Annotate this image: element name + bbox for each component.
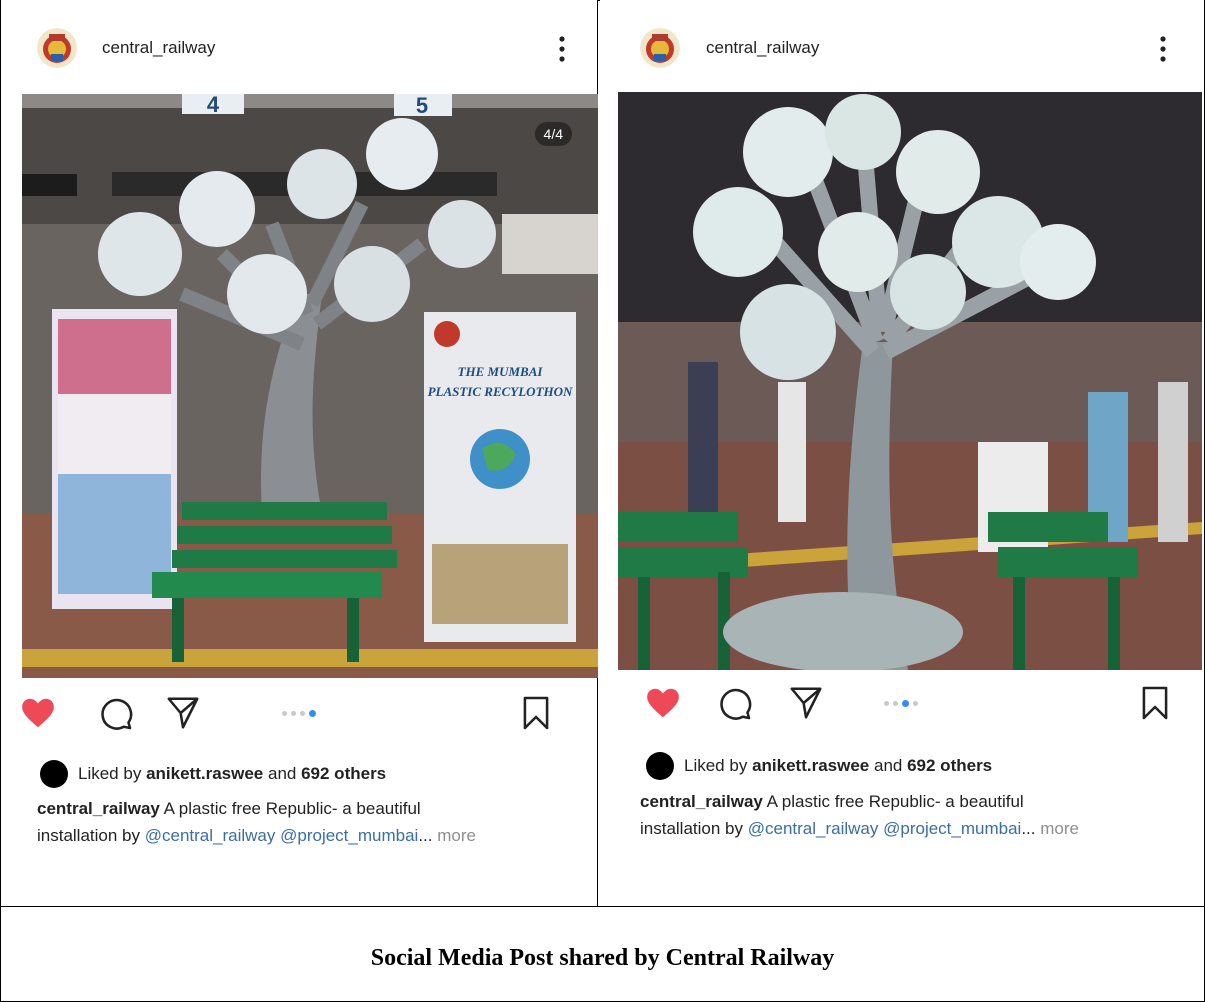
more-vertical-icon[interactable] <box>1158 34 1168 64</box>
likes-text[interactable]: Liked by anikett.raswee and 692 others <box>78 764 386 784</box>
caption-username[interactable]: central_railway <box>640 792 763 811</box>
likes-joiner: and <box>873 756 903 775</box>
liker-username[interactable]: anikett.raswee <box>752 756 869 775</box>
caption-text-line-2: installation by <box>640 819 744 838</box>
central-railway-logo-avatar[interactable] <box>37 28 77 68</box>
caption-text-line-1: A plastic free Republic- a beautiful <box>766 792 1024 811</box>
slide-counter-badge: 4/4 <box>534 122 572 146</box>
post-actions <box>600 680 1204 730</box>
carousel-dot <box>913 701 918 706</box>
mention-central-railway[interactable]: @central_railway <box>748 819 879 838</box>
banner-title-line-1: THE MUMBAI <box>458 364 544 379</box>
post-actions <box>1 690 597 740</box>
heart-icon[interactable] <box>644 684 682 722</box>
carousel-dot-active <box>309 710 316 717</box>
liker-avatar[interactable] <box>646 752 674 780</box>
post-header: central_railway <box>1 0 597 92</box>
caption-text-line-1: A plastic free Republic- a beautiful <box>163 799 421 818</box>
carousel-indicator <box>282 710 316 719</box>
share-icon[interactable] <box>164 694 202 732</box>
platform-sign-5: 5 <box>416 94 428 118</box>
carousel-dot <box>300 711 305 716</box>
carousel-dot-active <box>902 700 909 707</box>
mention-central-railway[interactable]: @central_railway <box>145 826 276 845</box>
banner-title-line-2: PLASTIC RECYLOTHON <box>428 384 573 399</box>
likes-others[interactable]: 692 others <box>907 756 992 775</box>
likes-others[interactable]: 692 others <box>301 764 386 783</box>
likes-prefix: Liked by <box>684 756 748 775</box>
liker-username[interactable]: anikett.raswee <box>146 764 263 783</box>
heart-icon[interactable] <box>19 694 57 732</box>
likes-prefix: Liked by <box>78 764 142 783</box>
post-caption: central_railway A plastic free Republic-… <box>37 795 577 849</box>
post-username[interactable]: central_railway <box>706 38 819 58</box>
bookmark-icon[interactable] <box>517 694 555 732</box>
platform-sign-4: 4 <box>207 94 220 117</box>
caption-text-line-2: installation by <box>37 826 141 845</box>
instagram-post-right: central_railway Liked by anikett.raswee … <box>600 0 1204 860</box>
likes-joiner: and <box>267 764 297 783</box>
central-railway-logo-avatar[interactable] <box>640 28 680 68</box>
more-vertical-icon[interactable] <box>557 34 567 64</box>
post-photo-plastic-bottle-tree[interactable]: 4 5 THE MUMBAI PLASTIC RECYLOTHON 4/4 <box>22 94 598 678</box>
instagram-post-left: central_railway 4 5 THE MUMBAI PLASTIC R… <box>1 0 598 905</box>
carousel-dot <box>282 711 287 716</box>
carousel-dot <box>884 701 889 706</box>
post-photo-plastic-bottle-tree-close-up[interactable] <box>618 92 1202 670</box>
comment-icon[interactable] <box>715 684 753 722</box>
caption-ellipsis: ... <box>418 826 433 845</box>
row-divider <box>0 906 1205 907</box>
carousel-indicator <box>884 700 918 709</box>
likes-row: Liked by anikett.raswee and 692 others <box>40 760 386 788</box>
share-icon[interactable] <box>787 684 825 722</box>
figure-caption: Social Media Post shared by Central Rail… <box>370 945 835 971</box>
caption-more-link[interactable]: more <box>1040 819 1079 838</box>
caption-username[interactable]: central_railway <box>37 799 160 818</box>
mention-project-mumbai[interactable]: @project_mumbai <box>280 826 418 845</box>
post-header: central_railway <box>600 0 1204 92</box>
liker-avatar[interactable] <box>40 760 68 788</box>
carousel-dot <box>893 701 898 706</box>
post-username[interactable]: central_railway <box>102 38 215 58</box>
mention-project-mumbai[interactable]: @project_mumbai <box>883 819 1021 838</box>
likes-row: Liked by anikett.raswee and 692 others <box>646 752 992 780</box>
comment-icon[interactable] <box>96 694 134 732</box>
caption-more-link[interactable]: more <box>437 826 476 845</box>
post-caption: central_railway A plastic free Republic-… <box>640 788 1180 842</box>
carousel-dot <box>291 711 296 716</box>
bookmark-icon[interactable] <box>1136 684 1174 722</box>
likes-text[interactable]: Liked by anikett.raswee and 692 others <box>684 756 992 776</box>
caption-ellipsis: ... <box>1021 819 1036 838</box>
